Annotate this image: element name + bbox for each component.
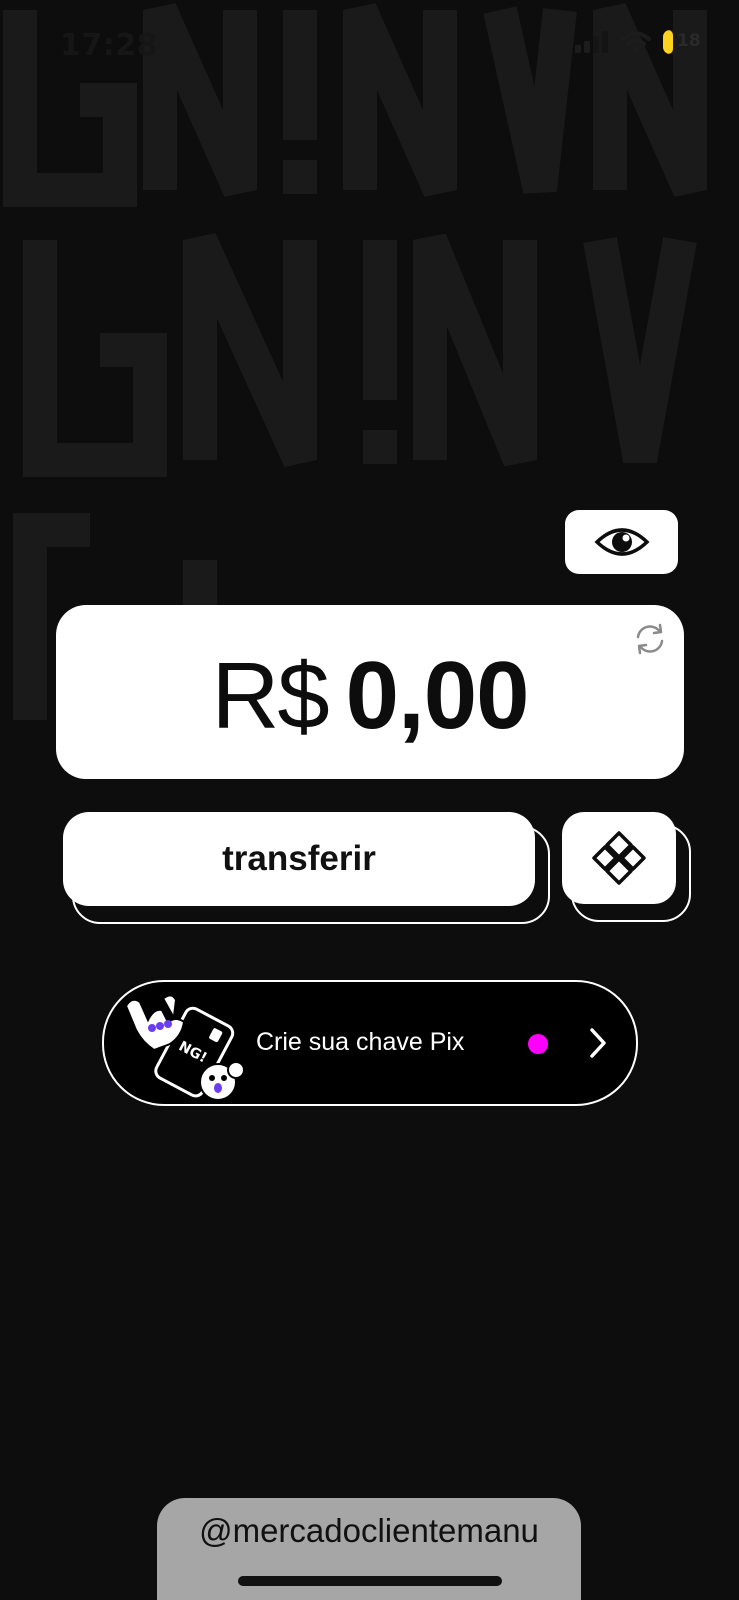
- eye-icon: [593, 528, 650, 556]
- status-icons: 18: [575, 30, 703, 54]
- toggle-balance-visibility-button[interactable]: [565, 510, 678, 574]
- battery-level: 18: [677, 31, 701, 51]
- balance-amount: 0,00: [345, 642, 530, 749]
- pix-icon: [592, 831, 646, 885]
- transfer-button[interactable]: transferir: [63, 812, 535, 906]
- chevron-right-icon: [590, 1028, 606, 1058]
- create-pix-key-banner[interactable]: NG! Crie sua chave Pix: [102, 980, 638, 1106]
- app-screen: 17:28 18 R$ 0,00 transferir NG! Crie sua…: [0, 0, 739, 1600]
- battery-level-fill: [663, 30, 673, 54]
- home-indicator[interactable]: [238, 1576, 502, 1586]
- transfer-label: transferir: [222, 839, 376, 878]
- card-hand-illustration: NG!: [124, 994, 245, 1101]
- status-bar: 17:28 18: [0, 0, 739, 92]
- balance-currency: R$: [211, 643, 329, 748]
- watermark-text: @mercadoclientemanu: [199, 1512, 539, 1549]
- balance-value: R$ 0,00: [56, 641, 684, 751]
- wifi-icon: [621, 31, 651, 53]
- create-pix-key-label: Crie sua chave Pix: [256, 1028, 465, 1056]
- status-time: 17:28: [60, 28, 158, 63]
- notification-dot: [528, 1034, 548, 1054]
- pix-button[interactable]: [562, 812, 676, 904]
- balance-card: R$ 0,00: [56, 605, 684, 779]
- signal-icon: [575, 31, 608, 53]
- battery-icon: 18: [663, 30, 703, 54]
